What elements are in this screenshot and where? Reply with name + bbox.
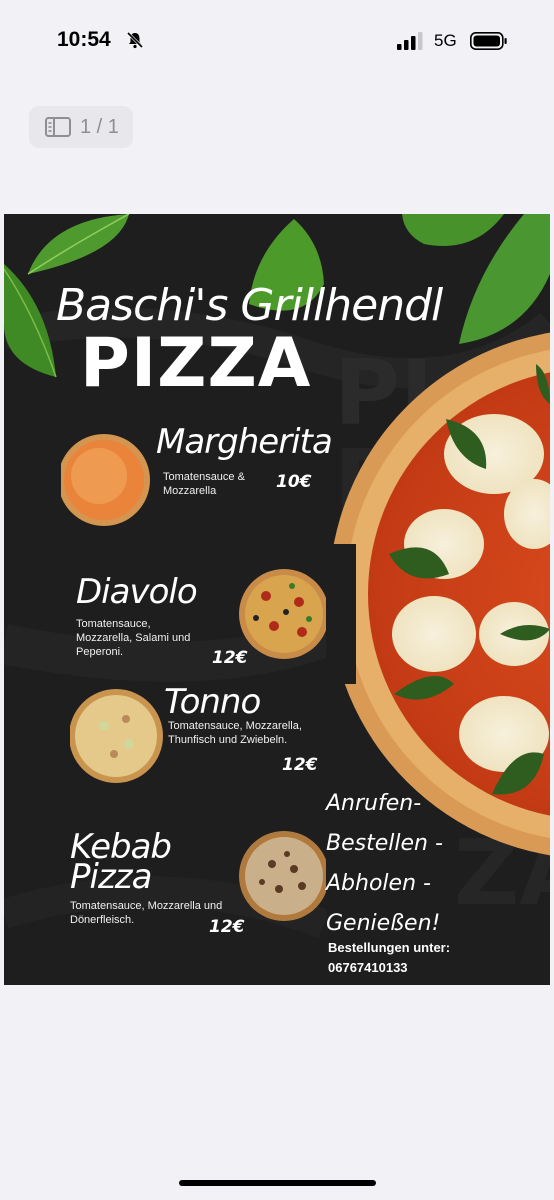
pizza-desc-margherita: Tomatensauce & Mozzarella [163,471,245,497]
battery-icon [470,32,507,50]
pizza-price-tonno: 12€ [282,755,318,775]
pizza-name-kebab: Kebab Pizza [70,827,172,897]
pizza-name-diavolo: Diavolo [76,572,198,612]
status-time: 10:54 [57,28,111,51]
pizza-price-diavolo: 12€ [212,648,248,668]
cta-line: Bestellen - [326,831,443,856]
pizza-price-margherita: 10€ [276,472,312,492]
pizza-name-margherita: Margherita [156,422,333,462]
order-info: Bestellungen unter: 06767410133 [328,938,450,978]
status-bar: 10:54 5G [0,0,554,82]
call-to-action: Anrufen- Bestellen - Abholen - Genießen! [326,784,443,944]
pizza-name-tonno: Tonno [164,682,261,722]
order-label: Bestellungen unter: [328,940,451,955]
network-type: 5G [434,31,457,50]
document-pages-icon [45,117,71,137]
cta-line: Abholen - [326,871,431,896]
cta-line: Anrufen- [326,791,422,816]
pizza-price-kebab: 12€ [209,917,245,937]
phone-number: 06767410133 [328,960,408,975]
bell-slash-icon [126,31,144,49]
cellular-signal-icon [397,32,423,50]
pizza-desc-tonno: Tomatensauce, Mozzarella, Thunfisch und … [168,720,302,746]
home-indicator[interactable] [179,1180,376,1186]
flyer-heading: PIZZA [80,324,312,403]
flyer-image[interactable]: PI PI ZA [4,214,550,985]
page-indicator-button[interactable]: 1 / 1 [29,106,133,148]
page-indicator-label: 1 / 1 [80,116,119,138]
pizza-desc-diavolo: Tomatensauce, Mozzarella, Salami und Pep… [76,618,191,658]
